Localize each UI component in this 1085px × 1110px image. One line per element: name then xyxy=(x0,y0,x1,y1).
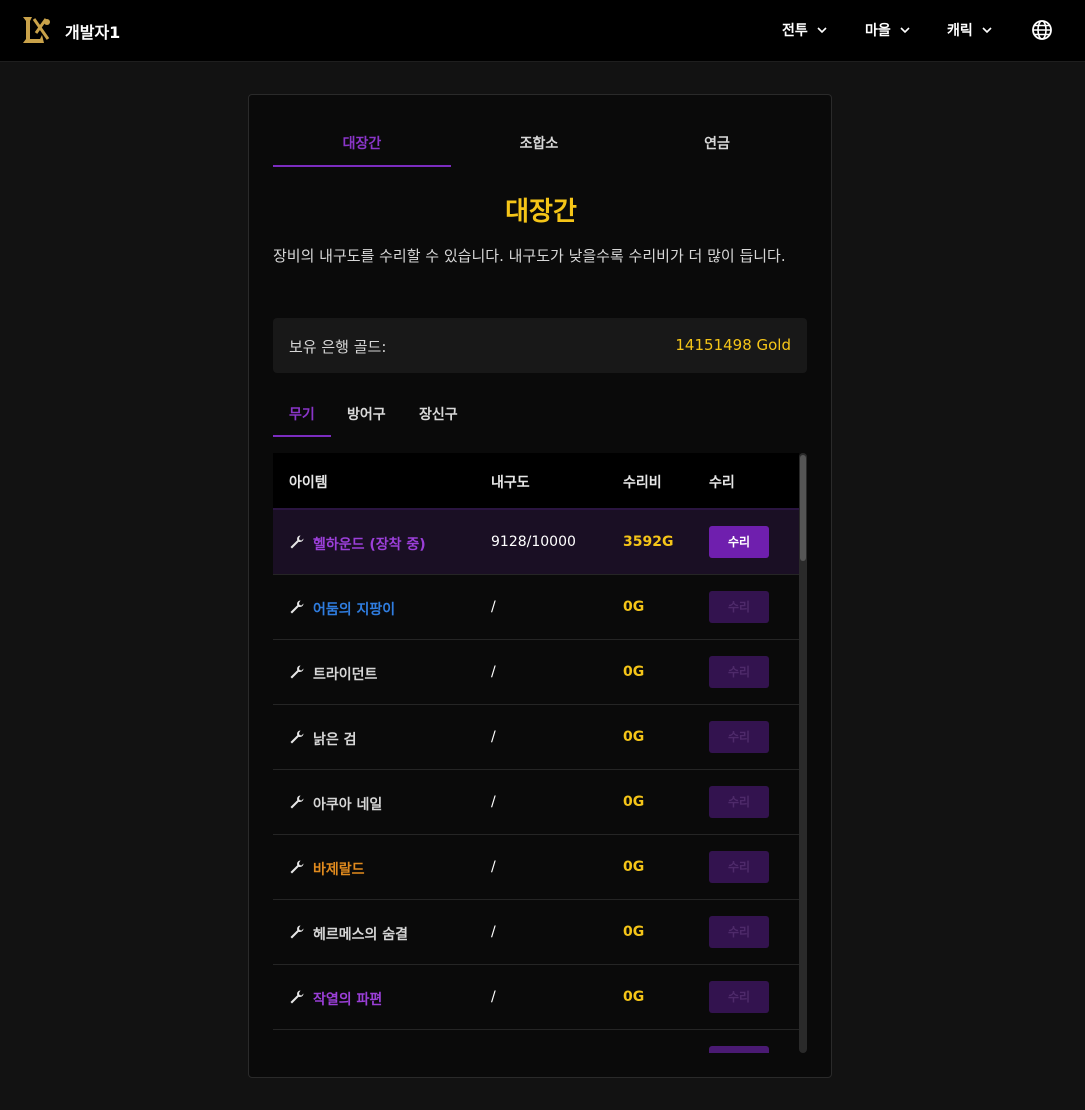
globe-icon[interactable] xyxy=(1031,19,1053,41)
item-name: 헬하운드 (장착 중) xyxy=(313,537,426,553)
subtab-weapons[interactable]: 무기 xyxy=(289,404,315,424)
column-header-repair: 수리 xyxy=(709,475,735,491)
item-durability: / xyxy=(491,989,496,1005)
item-repair-cost: 0G xyxy=(623,989,645,1005)
tab-alchemy[interactable]: 연금 xyxy=(628,133,806,153)
chevron-down-icon xyxy=(817,27,827,34)
table-row: 낡은 검 / 0G 수리 xyxy=(273,705,799,770)
repair-button[interactable]: 수리 xyxy=(709,656,769,688)
item-repair-cost: 0G xyxy=(623,599,645,615)
table-row: 작열의 파편 / 0G 수리 xyxy=(273,965,799,1030)
repair-button[interactable] xyxy=(709,1046,769,1053)
column-header-item: 아이템 xyxy=(289,475,328,491)
repair-button[interactable]: 수리 xyxy=(709,526,769,558)
page-title: 대장간 xyxy=(505,197,577,227)
item-name: 낡은 검 xyxy=(313,732,357,748)
item-durability: / xyxy=(491,924,496,940)
tab-crafting[interactable]: 조합소 xyxy=(450,133,628,153)
item-durability: / xyxy=(491,859,496,875)
chevron-down-icon xyxy=(982,27,992,34)
item-name: 바제랄드 xyxy=(313,862,365,878)
bank-gold-value: 14151498 Gold xyxy=(675,336,791,354)
item-repair-cost: 0G xyxy=(623,859,645,875)
item-durability: / xyxy=(491,599,496,615)
table-header: 아이템 내구도 수리비 수리 xyxy=(273,453,799,510)
table-row: 바제랄드 / 0G 수리 xyxy=(273,835,799,900)
wrench-icon xyxy=(290,665,304,679)
wrench-icon xyxy=(290,730,304,744)
nav-character[interactable]: 캐릭 xyxy=(947,20,993,40)
item-durability: / xyxy=(491,729,496,745)
wrench-icon xyxy=(290,795,304,809)
table-row: 헤르메스의 숨결 / 0G 수리 xyxy=(273,900,799,965)
tab-blacksmith[interactable]: 대장간 xyxy=(273,133,451,153)
repair-button[interactable]: 수리 xyxy=(709,721,769,753)
bank-gold-box: 보유 은행 골드: 14151498 Gold xyxy=(273,318,807,373)
item-name: 아쿠아 네일 xyxy=(313,797,383,813)
item-name: 트라이던트 xyxy=(313,667,378,683)
wrench-icon xyxy=(290,860,304,874)
chevron-down-icon xyxy=(900,27,910,34)
column-header-cost: 수리비 xyxy=(623,475,662,491)
page-description: 장비의 내구도를 수리할 수 있습니다. 내구도가 낮을수록 수리비가 더 많이… xyxy=(273,247,786,265)
wrench-icon xyxy=(290,600,304,614)
repair-button[interactable]: 수리 xyxy=(709,981,769,1013)
table-row: 어둠의 지팡이 / 0G 수리 xyxy=(273,575,799,640)
wrench-icon xyxy=(290,535,304,549)
item-repair-cost: 0G xyxy=(623,924,645,940)
bank-gold-label: 보유 은행 골드: xyxy=(289,338,387,356)
item-name: 어둠의 지팡이 xyxy=(313,602,396,618)
item-name: 작열의 파편 xyxy=(313,992,383,1008)
nav-character-label: 캐릭 xyxy=(947,23,973,39)
column-header-durability: 내구도 xyxy=(491,475,530,491)
item-durability: 9128/10000 xyxy=(491,534,576,550)
subtab-armor[interactable]: 방어구 xyxy=(347,404,386,424)
item-repair-cost: 0G xyxy=(623,794,645,810)
repair-button[interactable]: 수리 xyxy=(709,916,769,948)
nav-village[interactable]: 마을 xyxy=(865,20,911,40)
wrench-icon xyxy=(290,925,304,939)
repair-button[interactable]: 수리 xyxy=(709,851,769,883)
scrollbar-thumb[interactable] xyxy=(800,455,806,561)
active-subtab-indicator xyxy=(273,435,331,437)
item-repair-cost: 0G xyxy=(623,729,645,745)
nav-village-label: 마을 xyxy=(865,23,891,39)
table-row: 헬하운드 (장착 중) 9128/10000 3592G 수리 xyxy=(273,510,799,575)
table-row: 트라이던트 / 0G 수리 xyxy=(273,640,799,705)
wrench-icon xyxy=(290,990,304,1004)
item-repair-cost: 3592G xyxy=(623,534,674,550)
item-durability: / xyxy=(491,664,496,680)
active-tab-indicator xyxy=(273,165,451,167)
top-bar: 개발자1 전투 마을 캐릭 xyxy=(0,0,1085,62)
item-name: 헤르메스의 숨결 xyxy=(313,927,409,943)
item-durability: / xyxy=(491,794,496,810)
nav-battle-label: 전투 xyxy=(782,23,808,39)
table-row: 아쿠아 네일 / 0G 수리 xyxy=(273,770,799,835)
repair-button[interactable]: 수리 xyxy=(709,786,769,818)
repair-button[interactable]: 수리 xyxy=(709,591,769,623)
username: 개발자1 xyxy=(65,23,121,42)
subtab-accessories[interactable]: 장신구 xyxy=(419,404,458,424)
nav-battle[interactable]: 전투 xyxy=(782,20,828,40)
repair-table: 아이템 내구도 수리비 수리 헬하운드 (장착 중) 9128/10000 3592… xyxy=(273,453,809,1053)
table-row xyxy=(273,1030,799,1053)
blacksmith-panel: 대장간 조합소 연금 대장간 장비의 내구도를 수리할 수 있습니다. 내구도가… xyxy=(248,94,832,1078)
logo-icon[interactable] xyxy=(20,13,54,47)
item-repair-cost: 0G xyxy=(623,664,645,680)
